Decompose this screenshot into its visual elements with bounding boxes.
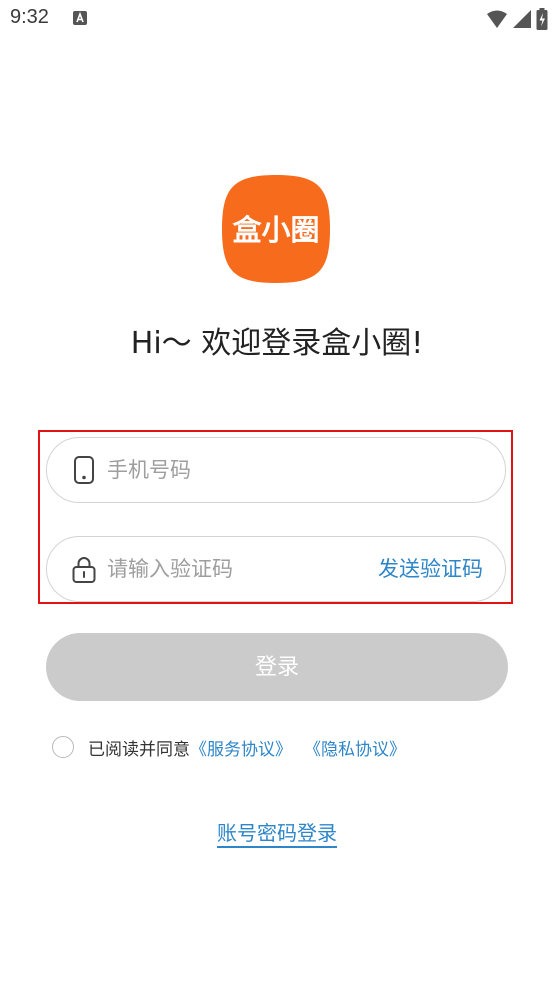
agreement-text: 已阅读并同意 — [88, 739, 190, 760]
status-bar: 9:32 — [0, 0, 554, 40]
wifi-icon — [487, 10, 507, 28]
privacy-agreement-link[interactable]: 《隐私协议》 — [304, 735, 406, 760]
logo-text: 盒小圈 — [231, 213, 319, 247]
login-button[interactable]: 登录 — [46, 633, 508, 701]
highlight-box — [38, 430, 513, 604]
welcome-heading: Hi～ 欢迎登录盒小圈! — [130, 326, 424, 361]
app-logo: 盒小圈 — [222, 175, 330, 283]
status-time: 9:32 — [10, 6, 49, 28]
agreement-row: 已阅读并同意 《服务协议》 《隐私协议》 — [52, 733, 406, 761]
service-agreement-link[interactable]: 《服务协议》 — [190, 735, 292, 760]
accessibility-notification-icon — [73, 11, 87, 25]
cellular-signal-icon — [513, 10, 531, 28]
status-indicators — [486, 8, 548, 30]
password-login-row: 账号密码登录 — [0, 817, 554, 846]
password-login-link[interactable]: 账号密码登录 — [217, 821, 337, 845]
agreement-checkbox[interactable] — [52, 736, 74, 758]
battery-icon — [536, 8, 548, 30]
